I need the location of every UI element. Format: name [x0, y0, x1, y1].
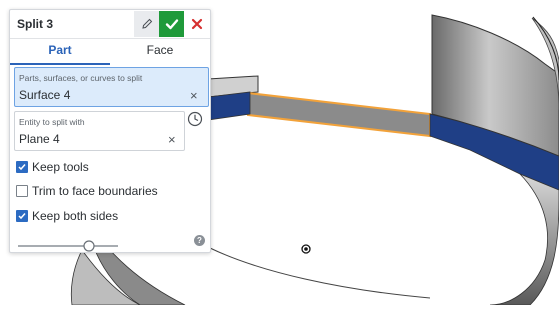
- history-clock-icon[interactable]: [187, 111, 203, 127]
- dialog-tabs: Part Face: [10, 39, 210, 65]
- checkbox-checked[interactable]: [16, 210, 28, 222]
- checkbox-label: Keep both sides: [32, 209, 119, 223]
- tab-part[interactable]: Part: [10, 39, 110, 65]
- keep-both-sides-checkbox[interactable]: Keep both sides: [16, 209, 118, 223]
- clear-selection-button[interactable]: ×: [168, 133, 176, 146]
- ring-right-lower: [489, 173, 559, 306]
- tab-face[interactable]: Face: [110, 39, 210, 63]
- slider-handle[interactable]: [83, 240, 95, 252]
- pencil-icon: [141, 18, 152, 29]
- field-value: Plane 4: [19, 132, 60, 146]
- edit-pencil-button[interactable]: [134, 11, 159, 37]
- trim-to-face-boundaries-checkbox[interactable]: Trim to face boundaries: [16, 184, 158, 198]
- clear-selection-button[interactable]: ×: [190, 89, 198, 102]
- parts-to-split-field[interactable]: Parts, surfaces, or curves to split Surf…: [14, 67, 209, 107]
- close-x-icon: [191, 18, 202, 30]
- split-feature-dialog: Split 3 Part Face Parts, surfaces, or cu…: [9, 9, 211, 253]
- keep-tools-checkbox[interactable]: Keep tools: [16, 160, 89, 174]
- field-label: Parts, surfaces, or curves to split: [19, 73, 143, 83]
- accept-button[interactable]: [159, 11, 184, 37]
- checkbox-checked[interactable]: [16, 161, 28, 173]
- cancel-button[interactable]: [184, 11, 209, 37]
- dialog-title: Split 3: [17, 17, 54, 31]
- surface-4-highlight[interactable]: [247, 91, 431, 138]
- help-icon[interactable]: ?: [194, 235, 205, 246]
- field-label: Entity to split with: [19, 117, 85, 127]
- ring-inner-edge: [209, 247, 431, 299]
- selected-face-left[interactable]: [207, 91, 251, 121]
- dialog-header: Split 3: [10, 10, 210, 39]
- checkmark-icon: [165, 19, 178, 30]
- entity-to-split-with-field[interactable]: Entity to split with Plane 4 ×: [14, 111, 185, 151]
- checkbox-unchecked[interactable]: [16, 185, 28, 197]
- checkbox-label: Keep tools: [32, 160, 89, 174]
- origin-point-icon[interactable]: [301, 241, 311, 254]
- opacity-slider[interactable]: [18, 239, 128, 253]
- field-value: Surface 4: [19, 88, 71, 102]
- checkbox-label: Trim to face boundaries: [32, 184, 158, 198]
